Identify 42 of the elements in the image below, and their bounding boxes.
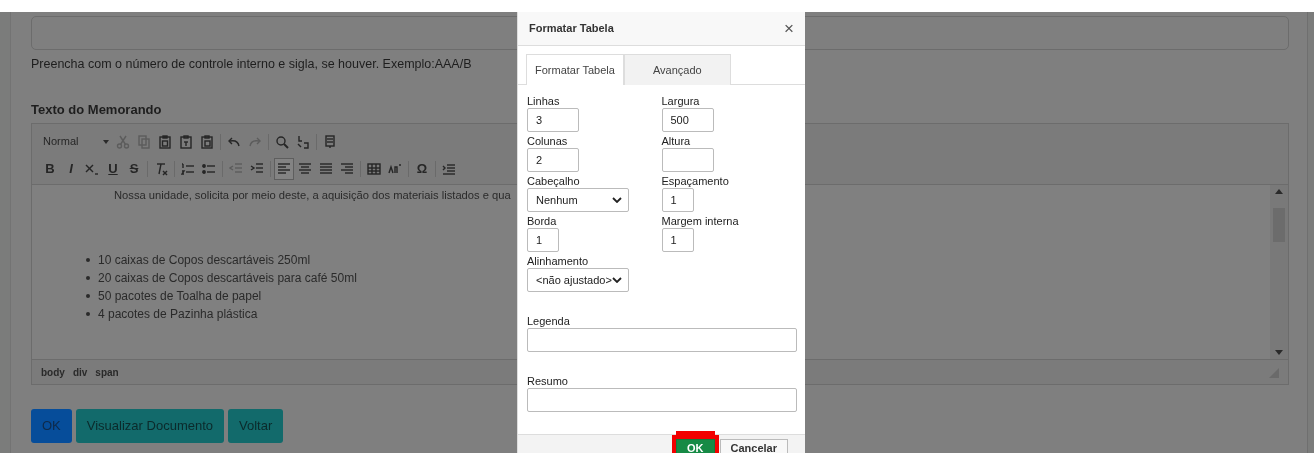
field-label: Espaçamento (661, 175, 730, 188)
toolbar-button[interactable]: I (61, 157, 81, 180)
list-item: 4 pacotes de Pazinha plástica (98, 306, 258, 323)
field-label: Colunas (527, 135, 569, 148)
element-path-link[interactable]: span (95, 364, 119, 380)
field-label: Alinhamento (527, 255, 590, 268)
dialog-title: Formatar Tabela (529, 21, 614, 37)
field-label: Largura (661, 95, 701, 108)
action-button[interactable]: Visualizar Documento (75, 409, 224, 443)
tab[interactable]: Formatar Tabela (526, 54, 624, 85)
section-title: Texto do Memorando (31, 101, 162, 119)
select-field[interactable]: Nenhum (527, 188, 629, 212)
input-field[interactable]: 1 (661, 228, 694, 252)
dialog-button[interactable]: Cancelar (719, 438, 788, 453)
element-path-link[interactable]: div (72, 364, 88, 380)
field-label: Linhas (527, 95, 561, 108)
list-item: 10 caixas de Copos descartáveis 250ml (98, 252, 311, 269)
select-field[interactable]: <não ajustado> (527, 268, 629, 292)
close-button[interactable]: × (784, 20, 794, 37)
toolbar-button[interactable]: U (103, 157, 123, 180)
input-field[interactable]: 500 (661, 108, 714, 132)
list-item: 20 caixas de Copos descartáveis para café 50ml (98, 270, 357, 287)
paragraph-text: Nossa unidade, solicita por meio deste, a aquisição dos materiais listados e qua (114, 188, 511, 203)
field-label: Legenda (527, 315, 571, 328)
toolbar-button[interactable]: S (124, 157, 144, 180)
field-label: Resumo (527, 375, 569, 388)
toolbar-button[interactable]: B (40, 157, 60, 180)
field-label: Margem interna (661, 215, 740, 228)
field-label: Cabeçalho (527, 175, 581, 188)
toolbar-button[interactable]: Ω (412, 157, 432, 180)
field-label: Borda (527, 215, 558, 228)
list-item: 50 pacotes de Toalha de papel (98, 288, 262, 305)
input-field[interactable]: 1 (527, 228, 559, 252)
input-field[interactable]: 3 (527, 108, 579, 132)
tab[interactable]: Avançado (623, 54, 731, 85)
input-field[interactable]: 2 (527, 148, 579, 172)
hint-text: Preencha com o número de controle interno e sigla, se houver. Exemplo:AAA/B (31, 56, 472, 73)
format-dropdown[interactable]: Normal (40, 130, 112, 153)
input-field[interactable]: 1 (661, 188, 694, 212)
field-label: Altura (661, 135, 692, 148)
action-button[interactable]: Voltar (228, 409, 284, 443)
element-path-link[interactable]: body (41, 364, 65, 380)
